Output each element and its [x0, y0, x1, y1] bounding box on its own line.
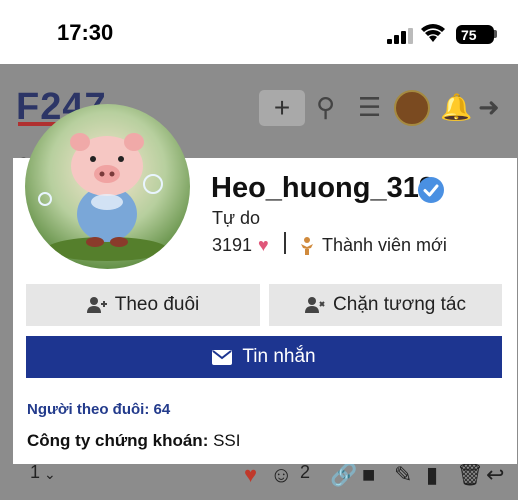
- user-plus-icon: [86, 297, 107, 313]
- member-rank: Thành viên mới: [300, 235, 447, 256]
- battery-icon: 75: [456, 25, 494, 44]
- reply-count: 1: [30, 462, 41, 482]
- follow-button-label: Theo đuôi: [114, 294, 200, 315]
- link-icon[interactable]: 🔗: [330, 462, 357, 488]
- search-icon[interactable]: ⚲: [316, 92, 335, 123]
- new-topic-button[interactable]: +: [259, 90, 305, 126]
- rank-icon: [301, 236, 313, 255]
- pig-avatar-image: [38, 133, 167, 261]
- wifi-icon: [421, 24, 445, 42]
- envelope-icon: [212, 349, 233, 365]
- company-value: SSI: [213, 431, 241, 450]
- block-interaction-button[interactable]: Chặn tương tác: [269, 284, 502, 326]
- follow-button[interactable]: Theo đuôi: [26, 284, 260, 326]
- reply-icon[interactable]: ↩: [486, 462, 504, 488]
- status-bar: 17:30 75: [0, 0, 518, 64]
- menu-icon[interactable]: ☰: [358, 92, 381, 123]
- likes-value: 3191: [212, 235, 253, 255]
- followers-label: Người theo đuôi:: [27, 401, 150, 418]
- verified-badge-icon: [418, 177, 444, 203]
- rank-label: Thành viên mới: [322, 235, 447, 255]
- delete-icon[interactable]: 🗑: [456, 462, 484, 488]
- comment-icon[interactable]: ■: [362, 462, 375, 488]
- battery-tip: [494, 30, 497, 38]
- heart-icon[interactable]: ♥: [244, 462, 257, 488]
- block-button-label: Chặn tương tác: [333, 294, 466, 315]
- bell-icon[interactable]: 🔔: [440, 92, 472, 123]
- likes-count: 3191 ♥: [212, 235, 269, 256]
- message-button-label: Tin nhắn: [242, 346, 316, 367]
- bookmark-icon[interactable]: ▮: [426, 462, 438, 488]
- followers-info[interactable]: Người theo đuôi: 64: [27, 401, 170, 418]
- message-button[interactable]: Tin nhắn: [26, 336, 502, 378]
- edit-icon[interactable]: ✎: [394, 462, 412, 488]
- chevron-down-icon[interactable]: ⌄: [44, 466, 56, 483]
- profile-username[interactable]: Heo_huong_319: [211, 172, 435, 205]
- emoji-icon[interactable]: ☺: [270, 462, 292, 488]
- status-time: 17:30: [57, 20, 114, 45]
- logout-icon[interactable]: ➜: [478, 92, 500, 123]
- user-avatar[interactable]: [394, 90, 430, 126]
- heart-icon: ♥: [258, 235, 269, 255]
- profile-title: Tự do: [212, 208, 261, 228]
- brokerage-info: Công ty chứng khoán: SSI: [27, 431, 241, 451]
- user-block-icon: [305, 297, 325, 313]
- profile-avatar[interactable]: [25, 104, 190, 269]
- followers-count: 64: [153, 401, 171, 418]
- reaction-count: 2: [300, 462, 311, 482]
- cellular-signal-icon: [387, 28, 413, 44]
- divider: [284, 232, 286, 254]
- company-label: Công ty chứng khoán:: [27, 431, 209, 450]
